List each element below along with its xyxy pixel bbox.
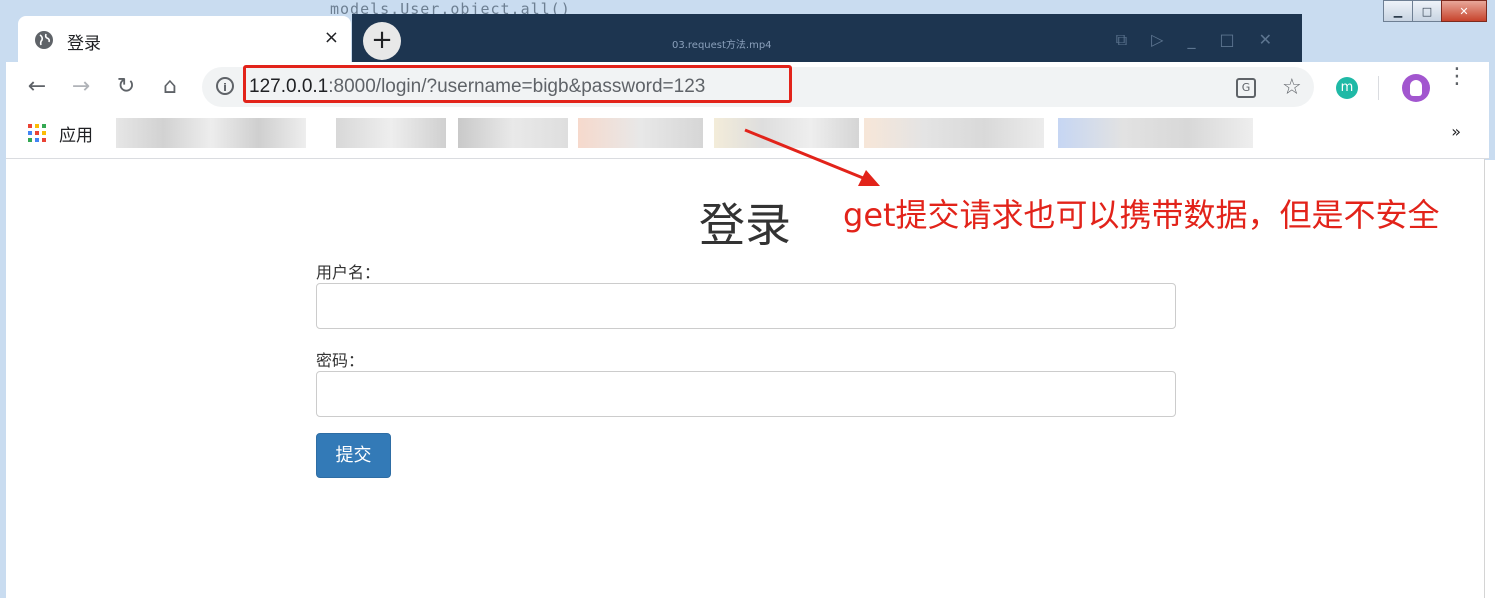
annotation-text: get提交请求也可以携带数据，但是不安全 (843, 196, 1440, 234)
annotation-arrow (744, 128, 880, 186)
